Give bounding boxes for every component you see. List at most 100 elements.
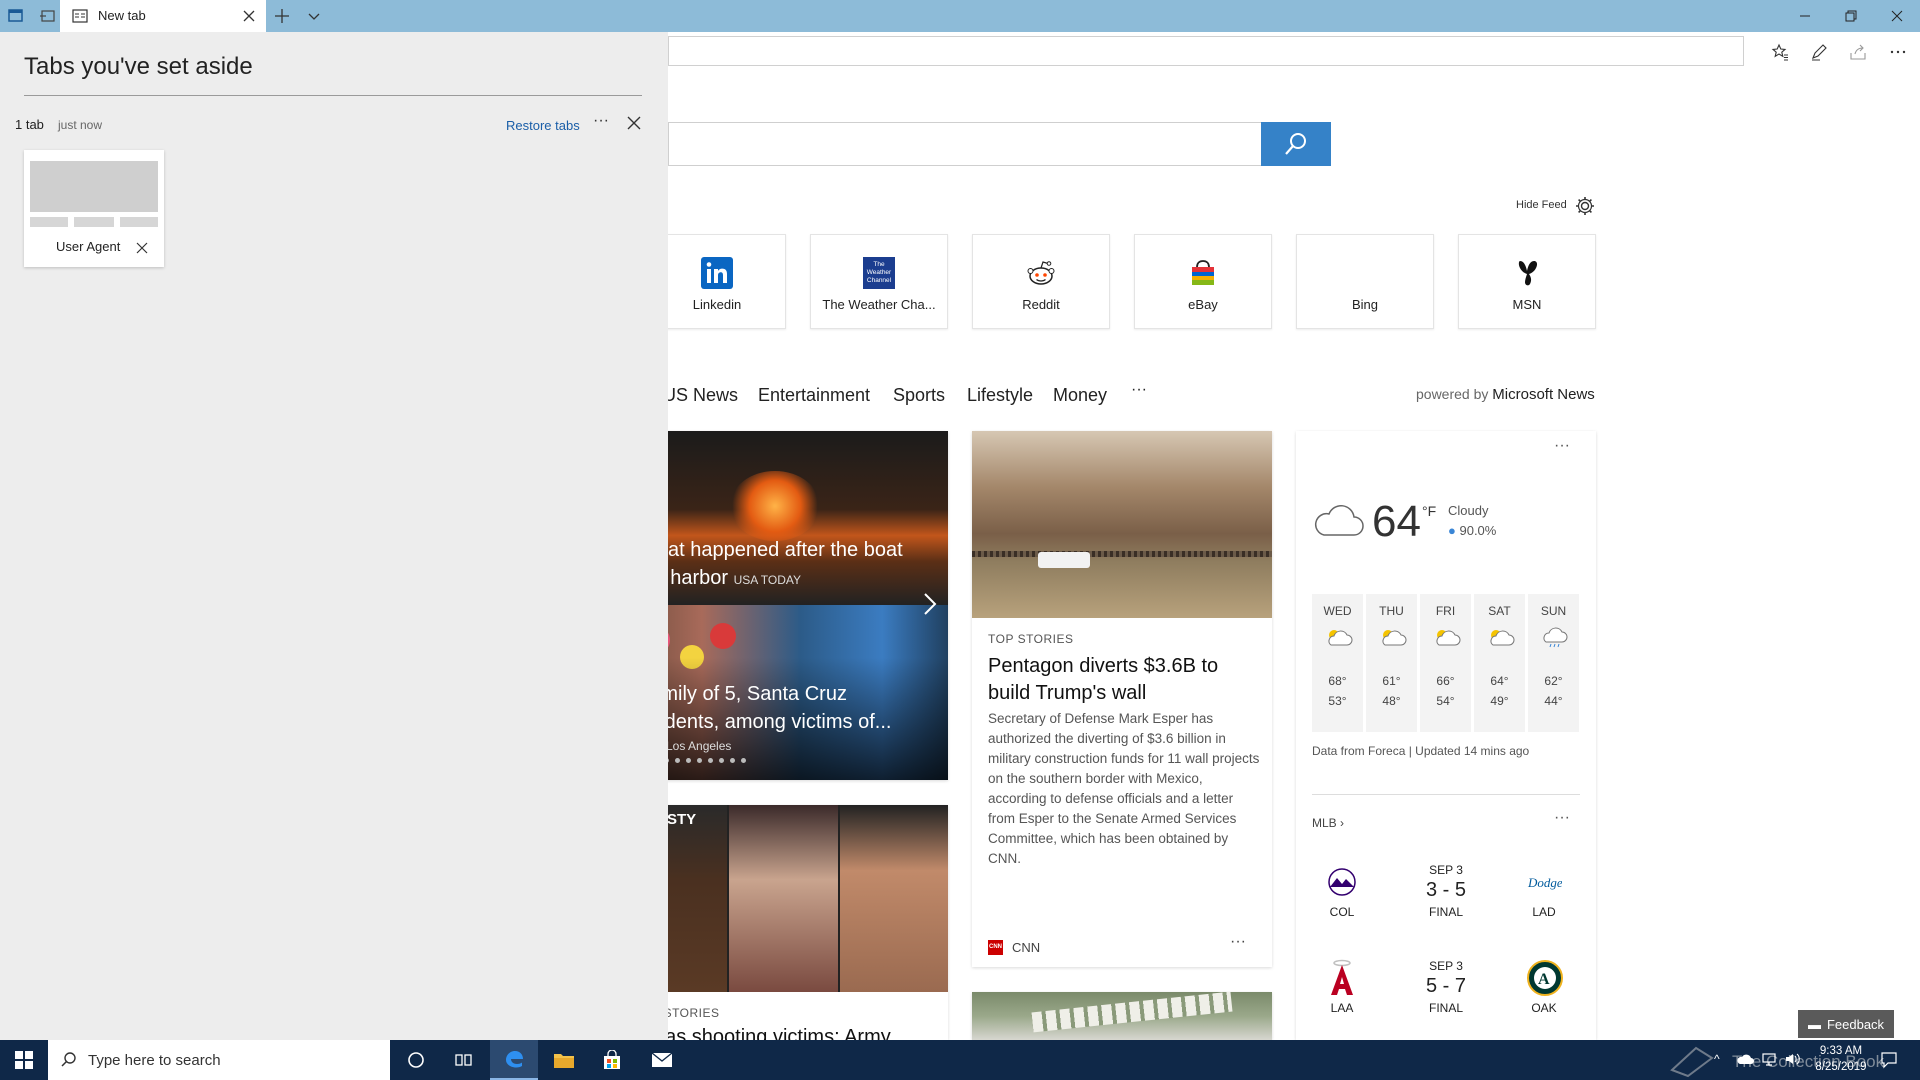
- carousel-next-icon[interactable]: [922, 591, 938, 617]
- hero-carousel[interactable]: What happened after the boat left harbor…: [620, 431, 948, 780]
- more-categories-icon[interactable]: ···: [1131, 381, 1147, 399]
- taskbar-file-explorer[interactable]: [540, 1040, 588, 1080]
- close-window-button[interactable]: [1874, 0, 1920, 32]
- watermark-book-icon: [1668, 1044, 1716, 1078]
- hero-second-headline-line2[interactable]: students, among victims of...: [638, 711, 891, 734]
- set-tabs-aside-icon[interactable]: [38, 6, 58, 26]
- web-search-input[interactable]: [668, 122, 1262, 166]
- task-view-button[interactable]: [440, 1040, 488, 1080]
- action-center-icon[interactable]: [1880, 1051, 1898, 1069]
- category-lifestyle[interactable]: Lifestyle: [967, 385, 1033, 406]
- taskbar-search[interactable]: Type here to search: [48, 1040, 390, 1080]
- panel-title: Tabs you've set aside: [24, 53, 253, 80]
- msn-icon: [1511, 257, 1543, 289]
- forecast-low: 48°: [1382, 694, 1401, 708]
- mlb-game[interactable]: LAA SEP 3 5 - 7 FINAL A OAK: [1312, 957, 1580, 1037]
- logo-text-line: The: [873, 261, 885, 268]
- search-button[interactable]: [1261, 122, 1331, 166]
- powered-by-brand: Microsoft News: [1492, 386, 1595, 403]
- forecast-low: 54°: [1436, 694, 1455, 708]
- top-site-bing[interactable]: Bing: [1296, 234, 1434, 329]
- weather-channel-icon: The Weather Channel: [863, 257, 895, 289]
- mlb-game[interactable]: COL SEP 3 3 - 5 FINAL Dodgers LAD: [1312, 861, 1580, 941]
- story2-title[interactable]: Texas shooting victims: Army: [634, 1026, 891, 1040]
- forecast-day[interactable]: FRI 66° 54°: [1420, 594, 1471, 732]
- linkedin-icon: [701, 257, 733, 289]
- forecast-day[interactable]: THU 61° 48°: [1366, 594, 1417, 732]
- mlb-title[interactable]: MLB ›: [1312, 816, 1344, 830]
- story-title[interactable]: Pentagon diverts $3.6B to build Trump's …: [988, 653, 1218, 707]
- story-more-icon[interactable]: ···: [1230, 933, 1246, 951]
- remove-tab-icon[interactable]: [136, 242, 148, 254]
- new-tab-icon[interactable]: [272, 6, 292, 26]
- hide-feed-link[interactable]: Hide Feed: [1516, 199, 1567, 211]
- game-score: 3 - 5: [1425, 879, 1467, 901]
- hero-second-headline-line1[interactable]: Family of 5, Santa Cruz: [638, 683, 847, 706]
- hero-headline-line1[interactable]: What happened after the boat: [638, 539, 903, 562]
- rain-icon: [1539, 626, 1569, 648]
- address-input[interactable]: [668, 36, 1744, 66]
- category-sports[interactable]: Sports: [893, 385, 945, 406]
- mlb-title-text: MLB: [1312, 816, 1337, 830]
- top-site-ebay[interactable]: eBay: [1134, 234, 1272, 329]
- droplet-icon: ●: [1448, 523, 1456, 538]
- mlb-more-icon[interactable]: ···: [1554, 809, 1570, 827]
- clock-date: 8/25/2019: [1815, 1061, 1867, 1073]
- forecast-day[interactable]: WED 68° 53°: [1312, 594, 1363, 732]
- top-site-linkedin[interactable]: Linkedin: [648, 234, 786, 329]
- forecast-day[interactable]: SAT 64° 49°: [1474, 594, 1525, 732]
- feedback-button[interactable]: ▬ Feedback: [1798, 1010, 1894, 1038]
- tray-chevron-icon[interactable]: ^: [1714, 1052, 1720, 1066]
- restore-button[interactable]: [1828, 0, 1874, 32]
- game-status: FINAL: [1428, 905, 1463, 919]
- favorites-icon[interactable]: [1768, 40, 1792, 64]
- more-icon[interactable]: [1886, 40, 1910, 64]
- tab-preview-chevron-icon[interactable]: [304, 6, 324, 26]
- tab-new-tab[interactable]: New tab: [60, 0, 266, 32]
- volume-icon[interactable]: [1784, 1052, 1802, 1066]
- network-icon[interactable]: [1760, 1052, 1778, 1066]
- weather-footer[interactable]: Data from Foreca | Updated 14 mins ago: [1312, 744, 1529, 758]
- minimize-button[interactable]: [1782, 0, 1828, 32]
- taskbar-edge[interactable]: [490, 1040, 538, 1080]
- close-tab-icon[interactable]: [242, 9, 256, 23]
- aside-more-icon[interactable]: ···: [593, 112, 609, 130]
- forecast-day[interactable]: SUN 62° 44°: [1528, 594, 1579, 732]
- weather-more-icon[interactable]: ···: [1554, 437, 1570, 455]
- taskbar-store[interactable]: [588, 1040, 636, 1080]
- top-site-msn[interactable]: MSN: [1458, 234, 1596, 329]
- top-site-label: Reddit: [1022, 297, 1060, 312]
- taskbar: Type here to search The Collection Book …: [0, 1040, 1920, 1080]
- story-body: Secretary of Defense Mark Esper has auth…: [988, 711, 1260, 866]
- clock[interactable]: 9:33 AM 8/25/2019: [1808, 1043, 1874, 1075]
- game-date: SEP 3: [1429, 863, 1463, 877]
- cortana-button[interactable]: [392, 1040, 440, 1080]
- feedback-label: Feedback: [1826, 1016, 1885, 1032]
- restore-tabs-link[interactable]: Restore tabs: [506, 118, 580, 133]
- start-button[interactable]: [0, 1040, 48, 1080]
- powered-by: powered by Microsoft News: [1416, 386, 1595, 403]
- category-us-news[interactable]: US News: [663, 385, 738, 406]
- story-source[interactable]: CNN: [1012, 940, 1040, 955]
- taskbar-mail[interactable]: [638, 1040, 686, 1080]
- story-card-texas[interactable]: THIRSTY TOP STORIES Texas shooting victi…: [620, 805, 948, 1040]
- tabs-aside-icon[interactable]: [6, 6, 26, 26]
- set-aside-tab-thumbnail[interactable]: User Agent: [24, 150, 164, 267]
- weather-unit[interactable]: °F: [1422, 503, 1436, 519]
- pen-icon[interactable]: [1807, 40, 1831, 64]
- onedrive-icon[interactable]: [1736, 1053, 1754, 1065]
- story-card-pentagon[interactable]: TOP STORIES Pentagon diverts $3.6B to bu…: [972, 431, 1272, 967]
- forecast-low: 44°: [1544, 694, 1563, 708]
- windows-icon: [15, 1051, 33, 1069]
- thumbnail-preview: [30, 161, 158, 212]
- ebay-icon: [1187, 257, 1219, 289]
- gear-icon[interactable]: [1574, 195, 1596, 217]
- top-site-reddit[interactable]: Reddit: [972, 234, 1110, 329]
- top-site-weather-channel[interactable]: The Weather Channel The Weather Cha...: [810, 234, 948, 329]
- story-card-aerial[interactable]: [972, 992, 1272, 1040]
- category-money[interactable]: Money: [1053, 385, 1107, 406]
- logo-text-line: Channel: [866, 277, 892, 284]
- category-entertainment[interactable]: Entertainment: [758, 385, 870, 406]
- close-group-icon[interactable]: [627, 116, 641, 130]
- share-icon[interactable]: [1846, 40, 1870, 64]
